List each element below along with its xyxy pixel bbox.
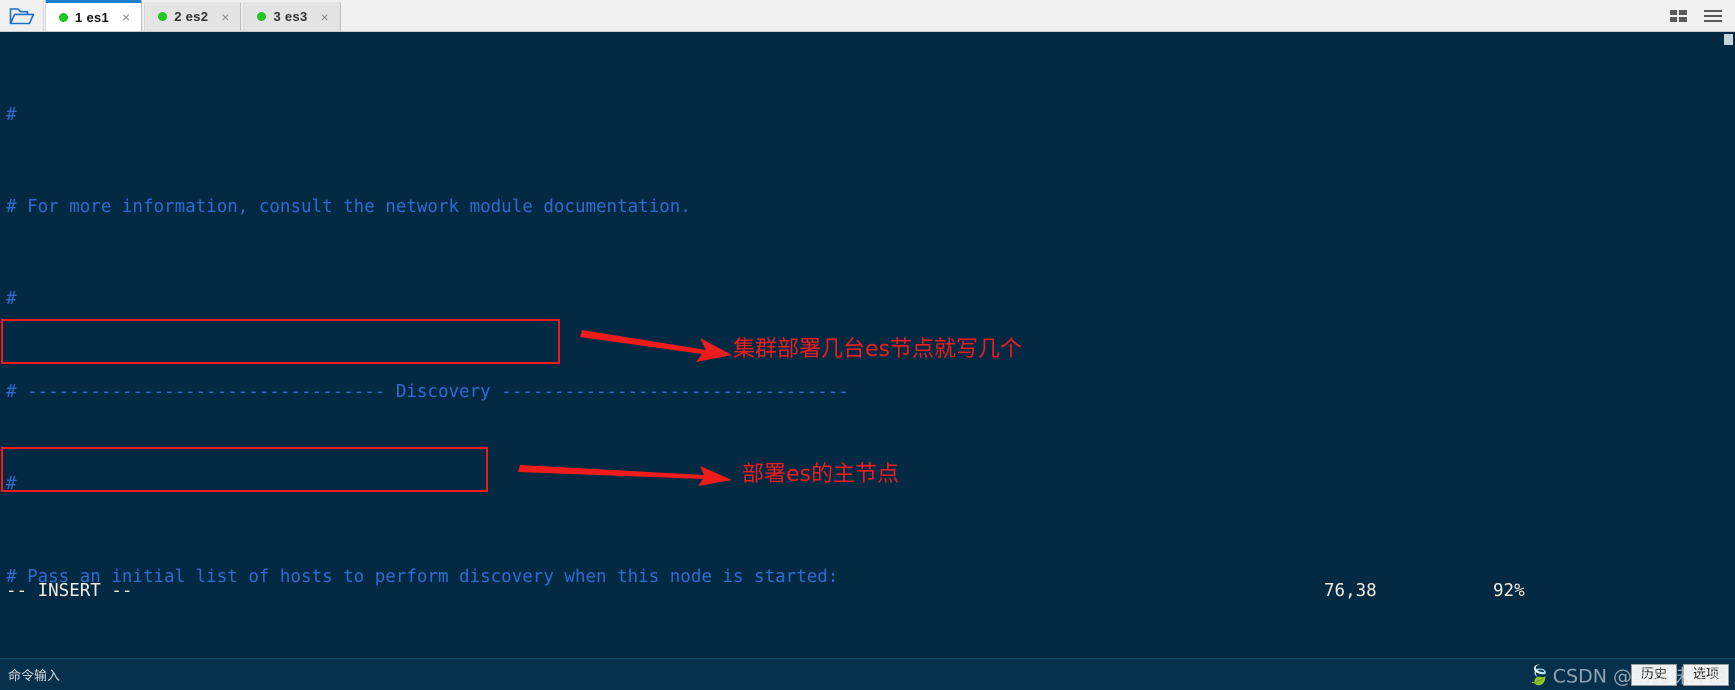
vim-mode-indicator: -- INSERT -- xyxy=(6,581,133,601)
annotation-label-master-nodes: 部署es的主节点 xyxy=(742,462,899,487)
close-icon[interactable]: × xyxy=(221,10,229,24)
bottom-bar: 命令输入 历史 选项 🍃 CSDN @苇圆味洋葱 xyxy=(0,658,1735,690)
close-icon[interactable]: × xyxy=(122,10,130,24)
code-line: # xyxy=(6,104,17,125)
grid-view-glyph xyxy=(1670,9,1687,22)
tab-label: 3 es3 xyxy=(273,9,308,24)
code-line: # ---------------------------------- Dis… xyxy=(6,381,849,402)
tab-status-dot xyxy=(158,12,168,21)
tab-status-dot xyxy=(59,12,68,22)
tab-list: 1 es1 × 2 es2 × 3 es3 × xyxy=(44,0,342,31)
code-line: # xyxy=(6,289,17,310)
annotation-arrow-seed-hosts xyxy=(580,330,732,362)
command-input-label: 命令输入 xyxy=(8,669,61,684)
csdn-watermark: 🍃 CSDN @苇圆味洋葱 xyxy=(1527,661,1727,688)
grid-view-icon[interactable] xyxy=(1669,8,1689,24)
leaf-icon: 🍃 xyxy=(1527,664,1551,686)
tab-label: 1 es1 xyxy=(75,9,110,25)
annotation-label-seed-hosts: 集群部署几台es节点就写几个 xyxy=(733,337,1022,362)
cursor-position: 76,38 xyxy=(1324,581,1377,601)
watermark-text: CSDN @苇圆味洋葱 xyxy=(1552,665,1727,687)
tab-bar: 1 es1 × 2 es2 × 3 es3 × xyxy=(0,0,1735,32)
scrollbar-thumb[interactable] xyxy=(1724,34,1733,45)
tab-es3[interactable]: 3 es3 × xyxy=(243,2,341,31)
tab-label: 2 es2 xyxy=(174,9,209,24)
folder-open-glyph xyxy=(9,7,34,24)
code-line: # For more information, consult the netw… xyxy=(6,196,691,217)
tab-es1[interactable]: 1 es1 × xyxy=(45,0,143,31)
terminal-pane[interactable]: # # For more information, consult the ne… xyxy=(0,32,1735,658)
close-icon[interactable]: × xyxy=(321,10,329,24)
annotation-arrow-master-nodes xyxy=(518,465,732,486)
folder-open-icon[interactable] xyxy=(0,0,44,31)
scroll-percent: 92% xyxy=(1493,581,1525,601)
tab-status-dot xyxy=(257,12,267,21)
menu-icon[interactable] xyxy=(1703,9,1723,23)
tab-bar-actions xyxy=(1669,0,1735,31)
tab-es2[interactable]: 2 es2 × xyxy=(144,2,242,31)
vim-status-line: -- INSERT -- 76,38 92% xyxy=(6,581,1735,601)
menu-glyph xyxy=(1704,9,1722,22)
